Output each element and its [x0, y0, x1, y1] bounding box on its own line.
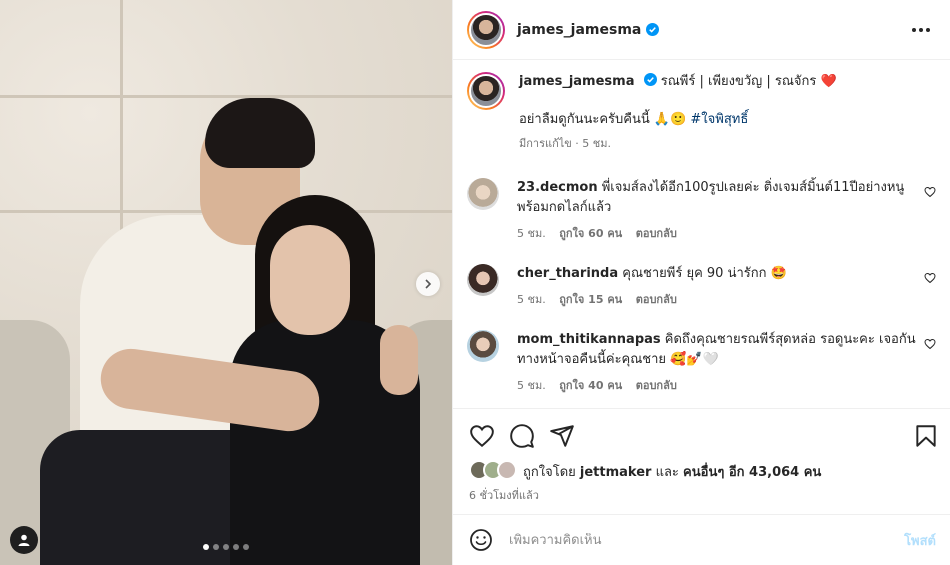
likes-middle: และ — [655, 464, 679, 480]
carousel-dot — [223, 544, 229, 550]
comment-meta: 5 ชม. ถูกใจ 15 คน ตอบกลับ — [517, 290, 917, 310]
carousel-dot — [213, 544, 219, 550]
carousel-dot — [243, 544, 249, 550]
caption-body-text: อย่าลืมดูกันนะครับคืนนี้ 🙏🙂 — [519, 112, 687, 127]
caption-row: james_jamesma รณพีร์ | เพียงขวัญ | รณจัก… — [467, 72, 936, 154]
likes-summary: ถูกใจโดย jettmaker และ คนอื่นๆ อีก 43,06… — [469, 460, 934, 482]
carousel-indicator — [0, 544, 452, 550]
commenter-avatar[interactable] — [467, 178, 499, 210]
post-details-panel: james_jamesma james_jamesma รณพีร์ | เพี… — [452, 0, 950, 565]
comment-like-heart-icon[interactable] — [924, 186, 936, 198]
emoji-icon[interactable] — [469, 528, 493, 552]
wall-panel-line — [0, 95, 452, 98]
more-options-icon — [926, 27, 930, 32]
caption-username[interactable]: james_jamesma — [519, 74, 634, 89]
comment-like-heart-icon[interactable] — [924, 272, 936, 284]
liker-avatars — [469, 460, 519, 482]
caption-title: รณพีร์ | เพียงขวัญ | รณจักร — [660, 74, 817, 89]
commenter-avatar[interactable] — [467, 264, 499, 296]
comment-item: cher_tharinda คุณชายพีร์ ยุค 90 น่ารักก … — [467, 264, 936, 310]
comment-meta: 5 ชม. ถูกใจ 60 คน ตอบกลับ — [517, 224, 917, 244]
caption-author-avatar[interactable] — [467, 72, 505, 110]
comment-icon[interactable] — [509, 423, 535, 449]
comment-text: คุณชายพีร์ ยุค 90 น่ารักก 🤩 — [622, 266, 787, 281]
woman-face — [270, 225, 350, 335]
commenter-username[interactable]: mom_thitikannapas — [517, 332, 661, 347]
bookmark-icon[interactable] — [913, 423, 939, 449]
verified-badge-icon — [643, 73, 657, 86]
man-hair — [205, 98, 315, 168]
commenter-avatar[interactable] — [467, 330, 499, 362]
user-tag-icon — [18, 534, 30, 546]
comment-input[interactable] — [509, 532, 905, 548]
carousel-dot — [233, 544, 239, 550]
chevron-right-icon — [425, 279, 432, 289]
comment-reply-button[interactable]: ตอบกลับ — [636, 379, 677, 392]
comment-likes[interactable]: ถูกใจ 40 คน — [559, 379, 622, 392]
more-options-icon — [912, 27, 916, 32]
likes-user[interactable]: jettmaker — [580, 465, 652, 480]
commenter-username[interactable]: cher_tharinda — [517, 266, 618, 281]
liker-avatar — [497, 460, 517, 480]
more-options-button[interactable] — [906, 22, 936, 38]
post-actions-bar — [453, 408, 950, 460]
post-comment-button[interactable]: โพสต์ — [904, 530, 936, 551]
comments-scroll-area[interactable]: james_jamesma รณพีร์ | เพียงขวัญ | รณจัก… — [453, 60, 950, 408]
post-time: 6 ชั่วโมงที่แล้ว — [469, 489, 539, 502]
comment-time: 5 ชม. — [517, 293, 546, 306]
author-avatar[interactable] — [467, 10, 505, 49]
tagged-users-button[interactable] — [10, 526, 38, 554]
author-username[interactable]: james_jamesma — [517, 22, 641, 38]
post-header: james_jamesma — [453, 0, 950, 60]
likes-prefix: ถูกใจโดย — [523, 464, 576, 480]
comment-reply-button[interactable]: ตอบกลับ — [636, 227, 677, 240]
comment-time: 5 ชม. — [517, 227, 546, 240]
add-comment-bar: โพสต์ — [453, 514, 950, 565]
caption-heart-emoji: ❤️ — [820, 74, 837, 89]
comment-like-heart-icon[interactable] — [924, 338, 936, 350]
carousel-next-button[interactable] — [416, 272, 440, 296]
comment-meta: 5 ชม. ถูกใจ 40 คน ตอบกลับ — [517, 376, 917, 396]
man-hand — [380, 325, 418, 395]
heart-icon[interactable] — [469, 423, 495, 449]
more-options-icon — [919, 27, 923, 32]
caption-meta: มีการแก้ไข · 5 ชม. — [519, 137, 611, 150]
comment-item: mom_thitikannapas คิดถึงคุณชายรณพีร์สุดห… — [467, 330, 936, 396]
commenter-username[interactable]: 23.decmon — [517, 180, 598, 195]
post-photo[interactable] — [0, 0, 452, 565]
share-icon[interactable] — [549, 423, 575, 449]
verified-badge-icon — [646, 23, 660, 36]
likes-others[interactable]: คนอื่นๆ อีก 43,064 คน — [683, 465, 821, 480]
comment-likes[interactable]: ถูกใจ 15 คน — [559, 293, 622, 306]
comment-likes[interactable]: ถูกใจ 60 คน — [559, 227, 622, 240]
comment-item: 23.decmon พี่เจมส์ลงได้อีก100รูปเลยค่ะ ต… — [467, 178, 936, 244]
caption-hashtag[interactable]: #ใจพิสุทธิ์ — [690, 112, 748, 127]
carousel-dot — [203, 544, 209, 550]
comment-reply-button[interactable]: ตอบกลับ — [636, 293, 677, 306]
comment-time: 5 ชม. — [517, 379, 546, 392]
